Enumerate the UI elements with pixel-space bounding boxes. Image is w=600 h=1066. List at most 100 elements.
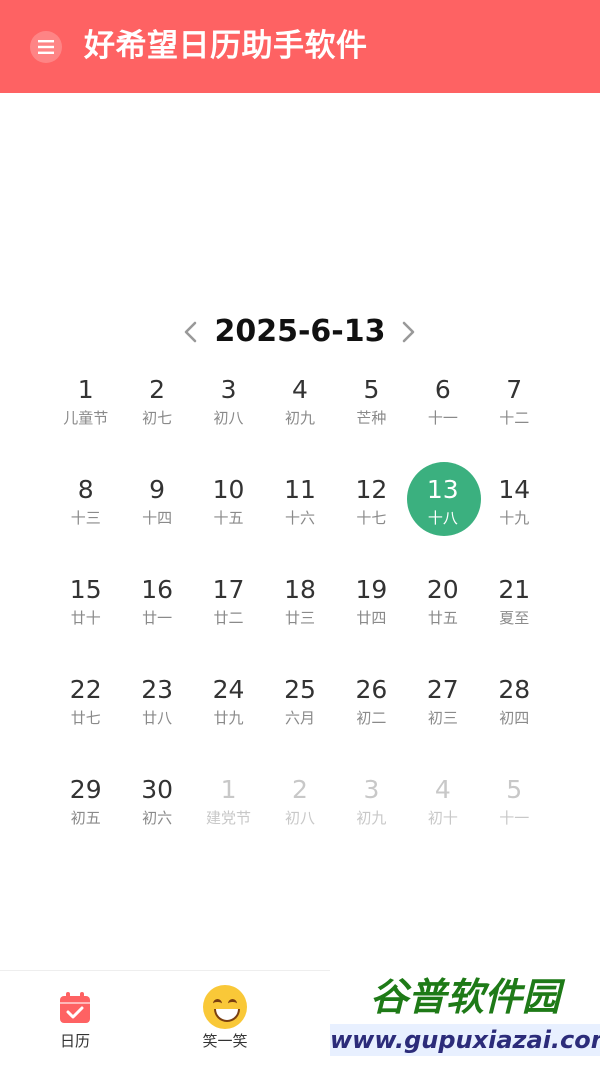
calendar-day[interactable]: 1 建党节 [193,766,264,866]
lunar-date: 建党节 [206,809,252,827]
calendar-day[interactable]: 18 廿三 [264,566,335,666]
lunar-date: 廿九 [213,709,244,727]
calendar-day[interactable]: 6 十一 [407,366,478,466]
day-number: 1 [220,775,237,804]
calendar-day[interactable]: 14 十九 [479,466,550,566]
tab-calendar-label: 日历 [59,1032,90,1050]
day-number: 29 [69,775,102,804]
calendar-day[interactable]: 17 廿二 [193,566,264,666]
lunar-date: 廿十 [70,609,101,627]
calendar-day[interactable]: 3 初九 [336,766,407,866]
lunar-date: 初三 [427,709,458,727]
lunar-date: 初四 [499,709,530,727]
day-number: 5 [506,775,523,804]
lunar-date: 十九 [499,509,530,527]
calendar-day[interactable]: 25 六月 [264,666,335,766]
day-number: 2 [149,375,166,404]
calendar-day[interactable]: 3 初八 [193,366,264,466]
calendar-day[interactable]: 4 初九 [264,366,335,466]
calendar-day-selected[interactable]: 13 十八 [407,462,482,566]
day-number: 3 [363,775,380,804]
calendar-day[interactable]: 19 廿四 [336,566,407,666]
tab-laugh[interactable]: 笑一笑 [150,971,300,1066]
day-number: 5 [363,375,380,404]
lunar-date: 廿三 [284,609,315,627]
calendar-day[interactable]: 20 廿五 [407,566,478,666]
calendar-week-row: 29 初五 30 初六 1 建党节 2 初八 3 初九 4 初十 5 十一 [50,766,550,866]
day-number: 16 [141,575,174,604]
lunar-date: 儿童节 [63,409,109,427]
watermark-title: 谷普软件园 [369,975,560,1019]
previous-month-button[interactable] [181,318,201,346]
calendar-day[interactable]: 30 初六 [121,766,192,866]
chevron-left-icon [184,321,197,343]
lunar-date: 十一 [427,409,458,427]
calendar-week-row: 8 十三 9 十四 10 十五 11 十六 12 十七 13 十八 14 十九 [50,462,550,566]
lunar-date: 初七 [142,409,173,427]
calendar-day[interactable]: 22 廿七 [50,666,121,766]
calendar-day[interactable]: 29 初五 [50,766,121,866]
day-number: 4 [292,375,308,404]
calendar-day[interactable]: 27 初三 [407,666,478,766]
calendar-day[interactable]: 24 廿九 [193,666,264,766]
lunar-date: 十五 [213,509,244,527]
day-number: 24 [212,675,245,704]
calendar-day[interactable]: 11 十六 [264,466,335,566]
calendar-day[interactable]: 23 廿八 [121,666,192,766]
calendar-day[interactable]: 5 十一 [479,766,550,866]
day-number: 8 [77,475,94,504]
calendar-day[interactable]: 4 初十 [407,766,478,866]
day-number: 20 [426,575,459,604]
calendar-day[interactable]: 2 初七 [121,366,192,466]
date-navigator: 2025-6-13 [0,312,600,352]
day-number: 15 [69,575,102,604]
laughing-face-icon [203,985,247,1029]
lunar-date: 十八 [427,509,458,527]
calendar-day[interactable]: 2 初八 [264,766,335,866]
calendar-day[interactable]: 5 芒种 [336,366,407,466]
day-number: 28 [498,675,531,704]
calendar-day[interactable]: 10 十五 [193,466,264,566]
day-number: 12 [355,475,388,504]
calendar-day[interactable]: 7 十二 [479,366,550,466]
calendar-day[interactable]: 16 廿一 [121,566,192,666]
day-number: 30 [141,775,174,804]
lunar-date: 十七 [356,509,387,527]
lunar-date: 廿五 [427,609,458,627]
day-number: 7 [506,375,523,404]
tab-calendar[interactable]: 日历 [0,971,150,1066]
calendar-day[interactable]: 26 初二 [336,666,407,766]
lunar-date: 廿七 [70,709,101,727]
calendar-day[interactable]: 15 廿十 [50,566,121,666]
menu-button[interactable] [30,31,62,63]
day-number: 11 [284,475,316,504]
next-month-button[interactable] [398,318,418,346]
day-number: 4 [434,775,451,804]
calendar-day[interactable]: 8 十三 [50,466,121,566]
lunar-date: 初十 [427,809,458,827]
lunar-date: 十二 [499,409,530,427]
lunar-date: 十六 [284,509,315,527]
tab-laugh-label: 笑一笑 [202,1032,248,1050]
lunar-date: 初九 [284,409,315,427]
lunar-date: 六月 [284,709,315,727]
calendar-day[interactable]: 12 十七 [336,466,407,566]
calendar-day[interactable]: 9 十四 [121,466,192,566]
day-number: 23 [141,675,174,704]
calendar-week-row: 15 廿十 16 廿一 17 廿二 18 廿三 19 廿四 20 廿五 21 夏至 [50,566,550,666]
lunar-date: 廿八 [142,709,173,727]
calendar-grid: 1 儿童节 2 初七 3 初八 4 初九 5 芒种 6 十一 7 十二 8 十三 9 十四 10 十五 11 十六 12 十七… [50,366,550,866]
lunar-date: 廿四 [356,609,387,627]
lunar-date: 初六 [142,809,173,827]
calendar-week-row: 1 儿童节 2 初七 3 初八 4 初九 5 芒种 6 十一 7 十二 [50,366,550,466]
day-number: 13 [426,475,459,504]
lunar-date: 十四 [142,509,173,527]
lunar-date: 初八 [213,409,244,427]
day-number: 26 [355,675,388,704]
lunar-date: 初九 [356,809,387,827]
calendar-day[interactable]: 1 儿童节 [50,366,121,466]
calendar-day[interactable]: 21 夏至 [479,566,550,666]
current-date[interactable]: 2025-6-13 [200,312,400,352]
calendar-day[interactable]: 28 初四 [479,666,550,766]
day-number: 27 [426,675,459,704]
